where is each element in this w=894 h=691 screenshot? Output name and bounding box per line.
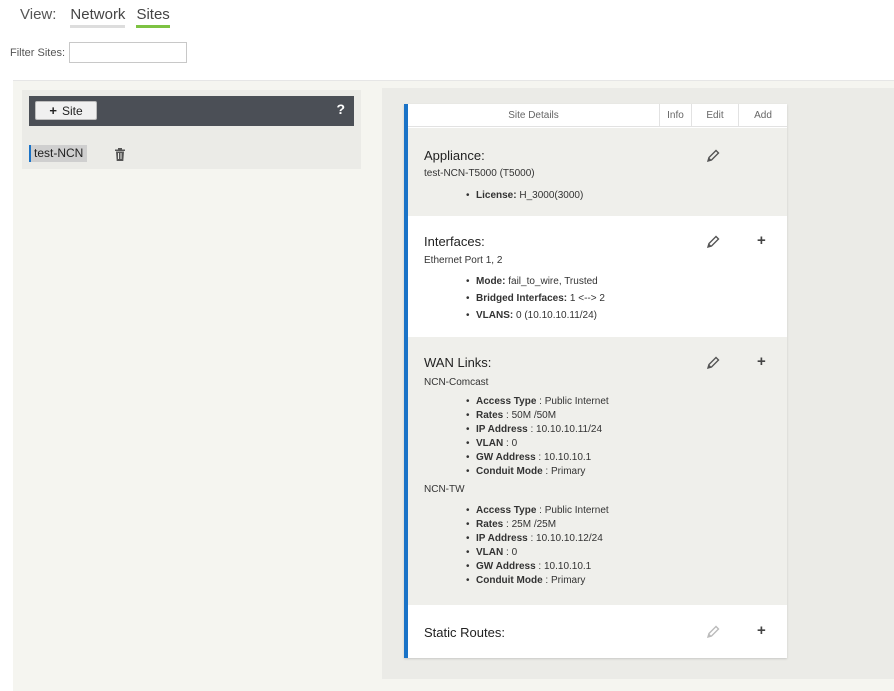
static-routes-section: Static Routes: + bbox=[408, 605, 787, 658]
list-item: Bridged Interfaces: 1 <--> 2 bbox=[466, 293, 605, 304]
site-details-header: Site Details Info Edit Add bbox=[408, 104, 787, 127]
item-key: GW Address bbox=[476, 452, 536, 463]
item-key: VLAN bbox=[476, 438, 504, 449]
list-item: VLAN : 0 bbox=[466, 547, 518, 558]
header-add[interactable]: Add bbox=[738, 104, 787, 127]
wan-links-section: WAN Links: + NCN-Comcast Access Type : P… bbox=[408, 337, 787, 605]
list-item: Rates : 25M /25M bbox=[466, 519, 557, 530]
item-value: : 0 bbox=[503, 547, 518, 558]
item-key: Rates bbox=[476, 519, 504, 530]
interfaces-section: Interfaces: + Ethernet Port 1, 2 Mode: f… bbox=[408, 216, 787, 337]
item-value: : 10.10.10.1 bbox=[535, 452, 592, 463]
appliance-name: test-NCN-T5000 (T5000) bbox=[424, 168, 535, 179]
interfaces-title: Interfaces: bbox=[424, 234, 485, 249]
site-item-test-ncn[interactable]: test-NCN bbox=[29, 145, 88, 162]
filter-sites-input[interactable] bbox=[69, 42, 188, 63]
item-key: VLAN bbox=[476, 547, 504, 558]
static-routes-title: Static Routes: bbox=[424, 625, 505, 640]
item-value: : 25M /25M bbox=[503, 519, 557, 530]
header-edit[interactable]: Edit bbox=[691, 104, 738, 127]
list-item: GW Address : 10.10.10.1 bbox=[466, 561, 592, 572]
item-key: VLANS: bbox=[476, 310, 514, 321]
filter-sites-label: Filter Sites: bbox=[10, 46, 66, 59]
item-value: 0 (10.10.10.11/24) bbox=[513, 310, 597, 321]
wan-link-name: NCN-TW bbox=[424, 484, 465, 495]
pencil-icon[interactable] bbox=[705, 234, 721, 250]
plus-icon[interactable]: + bbox=[757, 353, 766, 370]
view-switcher: View: Network Sites bbox=[20, 6, 181, 29]
item-key: Bridged Interfaces: bbox=[476, 293, 568, 304]
header-info[interactable]: Info bbox=[659, 104, 691, 127]
help-icon[interactable]: ? bbox=[336, 101, 345, 117]
license-key: License: bbox=[476, 190, 517, 201]
list-item: Rates : 50M /50M bbox=[466, 410, 557, 421]
item-key: IP Address bbox=[476, 424, 528, 435]
appliance-section: Appliance: test-NCN-T5000 (T5000) Licens… bbox=[408, 128, 787, 216]
item-key: Access Type bbox=[476, 505, 537, 516]
list-item: IP Address : 10.10.10.11/24 bbox=[466, 424, 603, 435]
site-list-header: + Site ? bbox=[29, 96, 354, 126]
list-item: Access Type : Public Internet bbox=[466, 396, 609, 407]
trash-icon[interactable] bbox=[114, 148, 126, 161]
list-item: Conduit Mode : Primary bbox=[466, 466, 586, 477]
item-value: : 10.10.10.12/24 bbox=[527, 533, 603, 544]
item-value: : Primary bbox=[542, 466, 586, 477]
item-key: Rates bbox=[476, 410, 504, 421]
add-site-label: Site bbox=[61, 103, 83, 118]
list-item: Access Type : Public Internet bbox=[466, 505, 609, 516]
item-key: Conduit Mode bbox=[476, 466, 543, 477]
list-item: License: H_3000(3000) bbox=[466, 190, 584, 201]
list-item: GW Address : 10.10.10.1 bbox=[466, 452, 592, 463]
interfaces-ports: Ethernet Port 1, 2 bbox=[424, 255, 503, 266]
item-key: GW Address bbox=[476, 561, 536, 572]
header-site-details: Site Details bbox=[508, 110, 559, 121]
tab-sites[interactable]: Sites bbox=[136, 6, 170, 29]
license-value: H_3000(3000) bbox=[516, 190, 584, 201]
item-key: Mode: bbox=[476, 276, 506, 287]
tab-sites-label: Sites bbox=[136, 6, 170, 23]
plus-icon[interactable]: + bbox=[757, 622, 766, 639]
wan-link-name: NCN-Comcast bbox=[424, 377, 489, 388]
site-list-panel: + Site ? test-NCN bbox=[22, 90, 361, 169]
pencil-icon[interactable] bbox=[705, 148, 721, 164]
tab-network[interactable]: Network bbox=[70, 6, 126, 29]
item-value: fail_to_wire, Trusted bbox=[505, 276, 598, 287]
list-item: Conduit Mode : Primary bbox=[466, 575, 586, 586]
item-value: : 10.10.10.1 bbox=[535, 561, 592, 572]
item-value: : Public Internet bbox=[536, 505, 609, 516]
site-details-card: Site Details Info Edit Add Appliance: te… bbox=[404, 104, 787, 658]
wan-links-title: WAN Links: bbox=[424, 355, 492, 370]
pencil-icon[interactable] bbox=[705, 355, 721, 371]
appliance-title: Appliance: bbox=[424, 148, 485, 163]
tab-sites-underline bbox=[136, 25, 170, 28]
filter-sites: Filter Sites: bbox=[10, 42, 188, 63]
plus-icon[interactable]: + bbox=[757, 232, 766, 249]
item-key: IP Address bbox=[476, 533, 528, 544]
list-item: IP Address : 10.10.10.12/24 bbox=[466, 533, 603, 544]
plus-icon: + bbox=[49, 103, 57, 118]
tab-network-underline bbox=[70, 25, 126, 28]
item-value: : 10.10.10.11/24 bbox=[527, 424, 603, 435]
item-value: 1 <--> 2 bbox=[567, 293, 605, 304]
item-key: Access Type bbox=[476, 396, 537, 407]
item-key: Conduit Mode bbox=[476, 575, 543, 586]
list-item: Mode: fail_to_wire, Trusted bbox=[466, 276, 598, 287]
item-value: : Public Internet bbox=[536, 396, 609, 407]
list-item: VLANS: 0 (10.10.10.11/24) bbox=[466, 310, 597, 321]
view-label: View: bbox=[20, 6, 57, 23]
item-value: : 0 bbox=[503, 438, 518, 449]
list-item: VLAN : 0 bbox=[466, 438, 518, 449]
item-value: : 50M /50M bbox=[503, 410, 557, 421]
pencil-icon[interactable] bbox=[705, 624, 721, 640]
tab-network-label: Network bbox=[70, 6, 126, 23]
add-site-button[interactable]: + Site bbox=[35, 101, 97, 120]
item-value: : Primary bbox=[542, 575, 586, 586]
